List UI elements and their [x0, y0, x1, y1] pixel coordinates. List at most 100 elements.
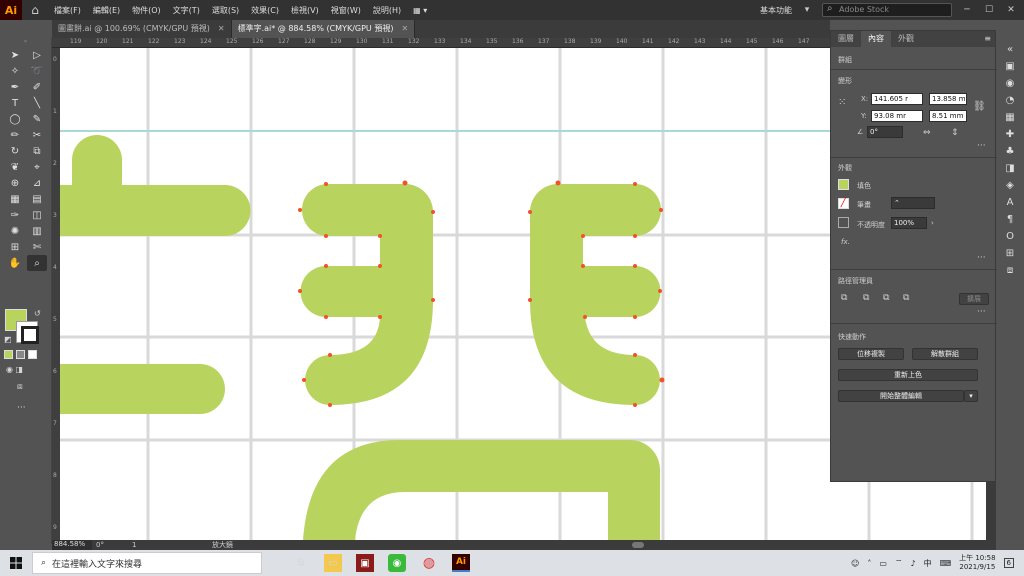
pen-tool-icon[interactable]: ✒	[5, 79, 25, 95]
maximize-icon[interactable]: ☐	[982, 5, 996, 15]
align-icon[interactable]: ⧈	[1007, 265, 1013, 279]
ime-indicator[interactable]: 中	[924, 558, 932, 569]
curvature-tool-icon[interactable]: ✐	[27, 79, 47, 95]
selection-tool-icon[interactable]: ➤	[5, 47, 25, 63]
chevron-up-icon[interactable]: ˄	[867, 559, 871, 568]
rotation-readout[interactable]: 0°	[92, 541, 132, 549]
symbol-sprayer-icon[interactable]: ✺	[5, 223, 25, 239]
menu-help[interactable]: 說明(H)	[367, 5, 407, 16]
brushes-icon[interactable]: ✚	[1006, 129, 1014, 143]
color-mode-icon[interactable]	[4, 350, 13, 359]
warp-tool-icon[interactable]: ❦	[5, 159, 25, 175]
screen-mode-icon[interactable]: ⧈	[17, 382, 23, 392]
shaper-tool-icon[interactable]: ✏	[5, 127, 25, 143]
chevron-right-icon[interactable]: ›	[931, 219, 934, 227]
libraries-icon[interactable]: ◉	[1006, 78, 1015, 92]
scissors-icon[interactable]: ✂	[27, 127, 47, 143]
clock[interactable]: 上午 10:58 2021/9/15	[959, 554, 995, 572]
keyboard-icon[interactable]: ⌨	[940, 559, 952, 568]
opentype-icon[interactable]: O	[1006, 231, 1014, 245]
ellipse-tool-icon[interactable]: ◯	[5, 111, 25, 127]
swap-icon[interactable]: ↺	[34, 309, 41, 318]
fill-color-swatch[interactable]	[838, 179, 849, 190]
layers-icon[interactable]: ◈	[1006, 180, 1014, 194]
scale-tool-icon[interactable]: ⧉	[27, 143, 47, 159]
menu-select[interactable]: 選取(S)	[206, 5, 245, 16]
swatches-icon[interactable]: ▦	[1005, 112, 1014, 126]
link-icon[interactable]: ⛓	[973, 101, 986, 112]
zoom-level[interactable]: 884.58%	[52, 540, 92, 550]
panel-menu-icon[interactable]: ≡	[984, 31, 995, 47]
y-field[interactable]: 93.08 mr	[871, 110, 923, 122]
task-view-icon[interactable]: ⧉	[292, 554, 310, 572]
color-icon[interactable]: ◔	[1006, 95, 1015, 109]
intersect-icon[interactable]: ⧉	[883, 293, 889, 303]
flip-vertical-icon[interactable]: ⇕	[951, 128, 959, 138]
close-icon[interactable]: ✕	[218, 20, 225, 38]
type-tool-icon[interactable]: T	[5, 95, 25, 111]
menu-effect[interactable]: 效果(C)	[245, 5, 285, 16]
paintbrush-icon[interactable]: ✎	[27, 111, 47, 127]
workspace-switcher[interactable]: 基本功能	[760, 5, 792, 16]
eyedropper-icon[interactable]: ✑	[5, 207, 25, 223]
chevron-down-icon[interactable]: ▾	[800, 5, 814, 15]
offset-path-button[interactable]: 位移複製	[838, 348, 904, 360]
zoom-tool-icon[interactable]: ⌕	[27, 255, 47, 271]
gradient-tool-icon[interactable]: ▤	[27, 191, 47, 207]
reference-point-icon[interactable]: ⁙	[838, 97, 846, 108]
angle-field[interactable]: 0°	[867, 126, 903, 138]
illustrator-taskbar-icon[interactable]: Ai	[452, 554, 470, 572]
scroll-thumb[interactable]	[632, 542, 644, 548]
width-field[interactable]: 13.858 m	[929, 93, 967, 105]
properties-icon[interactable]: ▣	[1005, 61, 1014, 75]
close-icon[interactable]: ✕	[1004, 5, 1018, 15]
horizontal-scrollbar[interactable]: 884.58% 0° 1 放大鏡	[52, 540, 986, 550]
stroke-weight-field[interactable]: ⌃	[891, 197, 935, 209]
artboard-number[interactable]: 1	[132, 541, 172, 549]
windows-start-icon[interactable]	[0, 550, 32, 576]
slice-tool-icon[interactable]: ✄	[27, 239, 47, 255]
menu-edit[interactable]: 編輯(E)	[87, 5, 126, 16]
app-icon[interactable]: ▣	[356, 554, 374, 572]
x-field[interactable]: 141.605 r	[871, 93, 923, 105]
tab-layers[interactable]: 圖層	[831, 31, 861, 47]
artboard-tool-icon[interactable]: ⊞	[5, 239, 25, 255]
mesh-tool-icon[interactable]: ▦	[5, 191, 25, 207]
expand-icon[interactable]: «	[1007, 44, 1013, 58]
isolate-group-button[interactable]: 開始整體編輯	[838, 390, 964, 402]
menu-object[interactable]: 物件(O)	[126, 5, 167, 16]
home-icon[interactable]: ⌂	[22, 3, 48, 17]
minus-front-icon[interactable]: ⧉	[863, 293, 869, 303]
perspective-grid-icon[interactable]: ⊿	[27, 175, 47, 191]
file-explorer-icon[interactable]: ▭	[324, 554, 342, 572]
more-options-icon[interactable]: ···	[977, 307, 986, 317]
arrange-icon[interactable]: ▦ ▾	[407, 6, 433, 15]
more-options-icon[interactable]: ···	[977, 253, 986, 263]
tab-document-1[interactable]: 圖畫餅.ai @ 100.69% (CMYK/GPU 預視) ✕	[52, 20, 232, 38]
symbols-icon[interactable]: ♣	[1006, 146, 1015, 160]
expand-button[interactable]: 擴展	[959, 293, 989, 305]
stock-search-input[interactable]: Adobe Stock	[822, 3, 952, 17]
network-icon[interactable]: ▭	[879, 559, 887, 568]
fx-icon[interactable]: fx.	[841, 238, 850, 246]
blend-tool-icon[interactable]: ◫	[27, 207, 47, 223]
direct-selection-tool-icon[interactable]: ▷	[27, 47, 47, 63]
paragraph-icon[interactable]: ¶	[1007, 214, 1013, 228]
menu-view[interactable]: 檢視(V)	[285, 5, 325, 16]
tab-document-2[interactable]: 標準字.ai* @ 884.58% (CMYK/GPU 預視) ✕	[231, 20, 416, 38]
recolor-button[interactable]: 重新上色	[838, 369, 978, 381]
more-tools-icon[interactable]: ···	[17, 403, 26, 413]
magic-wand-icon[interactable]: ✧	[5, 63, 25, 79]
hand-tool-icon[interactable]: ✋	[5, 255, 25, 271]
transform-icon[interactable]: ⊞	[1006, 248, 1014, 262]
wifi-icon[interactable]: ⌔	[895, 558, 903, 568]
opacity-field[interactable]: 100%	[891, 217, 927, 229]
chevron-down-icon[interactable]: ▾	[964, 390, 978, 402]
line-tool-icon[interactable]: ╲	[27, 95, 47, 111]
stroke-swatch[interactable]	[16, 321, 39, 344]
stroke-color-swatch[interactable]: ╱	[838, 198, 849, 209]
notification-icon[interactable]: 6	[1003, 558, 1014, 568]
people-icon[interactable]: ☺	[851, 559, 859, 568]
character-icon[interactable]: A	[1007, 197, 1014, 211]
default-colors-icon[interactable]: ◩	[4, 335, 12, 344]
